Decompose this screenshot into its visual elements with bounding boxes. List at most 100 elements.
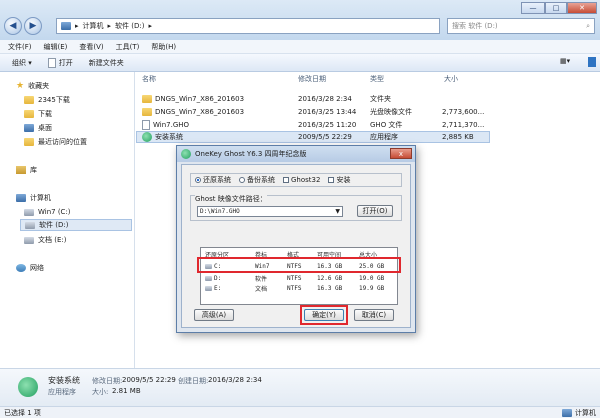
partition-row-d[interactable]: D: 软件 NTFS 12.6 GB 19.0 GB xyxy=(201,274,397,283)
sidebar-item-2345-download[interactable]: 2345下载 xyxy=(24,94,70,106)
details-size: 2.81 MB xyxy=(112,387,141,395)
cancel-button[interactable]: 取消(C) xyxy=(354,309,394,321)
open-icon xyxy=(47,57,56,68)
file-row[interactable]: DNGS_Win7_X86_201603 2016/3/25 13:44 光盘映… xyxy=(136,106,490,118)
new-folder-button[interactable]: 新建文件夹 xyxy=(89,58,124,68)
checkbox-icon xyxy=(328,177,335,183)
address-bar[interactable]: ▸ 计算机 ▸ 软件 (D:) ▸ xyxy=(56,18,440,34)
menu-edit[interactable]: 编辑(E) xyxy=(44,42,68,52)
backup-radio[interactable]: 备份系统 xyxy=(239,175,275,185)
status-selected: 已选择 1 项 xyxy=(4,408,41,417)
dialog-close-button[interactable]: x xyxy=(390,148,412,159)
status-location: 计算机 xyxy=(575,408,596,417)
radio-icon xyxy=(239,177,245,183)
open-image-button[interactable]: 打开(O) xyxy=(357,205,393,217)
file-icon xyxy=(142,120,150,130)
computer-icon xyxy=(16,194,26,202)
drive-icon xyxy=(205,276,212,281)
menu-view[interactable]: 查看(V) xyxy=(79,42,103,52)
drive-icon xyxy=(24,208,34,216)
computer-icon xyxy=(562,408,572,417)
path-group: Ghost 映像文件路径： D:\Win7.GHO ▼ 打开(O) xyxy=(190,194,402,221)
minimize-button[interactable]: — xyxy=(521,2,545,14)
mode-group: 还原系统 备份系统 Ghost32 安装 xyxy=(190,173,402,187)
sidebar-network[interactable]: 网络 xyxy=(16,262,44,274)
sidebar-item-desktop[interactable]: 桌面 xyxy=(24,122,52,134)
forward-button[interactable]: ▶ xyxy=(24,17,42,35)
details-modified: 2009/5/5 22:29 xyxy=(122,376,176,384)
maximize-button[interactable]: □ xyxy=(545,2,567,14)
breadcrumb-computer[interactable]: 计算机 xyxy=(83,21,104,31)
computer-icon xyxy=(61,22,71,30)
column-size[interactable]: 大小 xyxy=(444,74,458,84)
install-checkbox[interactable]: 安装 xyxy=(328,175,350,185)
navigation-pane: ★ 收藏夹 2345下载 下载 桌面 最近访问的位置 库 计算机 Win7 (C:… xyxy=(0,72,135,368)
menu-bar: 文件(F) 编辑(E) 查看(V) 工具(T) 帮助(H) xyxy=(0,40,600,54)
search-box[interactable]: 搜索 软件 (D:) ⌕ xyxy=(447,18,595,34)
view-options-icon[interactable]: ▦▾ xyxy=(560,57,570,65)
restore-radio[interactable]: 还原系统 xyxy=(195,175,231,185)
column-name[interactable]: 名称 xyxy=(142,74,156,84)
star-icon: ★ xyxy=(16,81,25,91)
file-row[interactable]: Win7.GHO 2016/3/25 11:20 GHO 文件 2,711,37… xyxy=(136,119,490,131)
chevron-down-icon: ▼ xyxy=(335,208,340,215)
drive-icon xyxy=(25,221,35,229)
sidebar-favorites[interactable]: ★ 收藏夹 xyxy=(16,80,49,92)
command-bar: 组织 ▾ 打开 新建文件夹 xyxy=(0,54,600,72)
breadcrumb-drive-d[interactable]: 软件 (D:) xyxy=(115,21,144,31)
search-icon: ⌕ xyxy=(586,21,590,30)
sidebar-drive-c[interactable]: Win7 (C:) xyxy=(24,206,71,218)
drive-icon xyxy=(205,286,212,291)
open-button[interactable]: 打开 xyxy=(47,57,73,68)
arrow-right-icon: ▶ xyxy=(29,21,37,31)
download-folder-icon xyxy=(24,110,34,118)
details-type: 应用程序 xyxy=(48,388,76,396)
column-headers: 名称 修改日期 类型 大小 xyxy=(136,72,600,86)
file-row[interactable]: DNGS_Win7_X86_201603 2016/3/28 2:34 文件夹 xyxy=(136,93,490,105)
ghost32-checkbox[interactable]: Ghost32 xyxy=(283,176,320,184)
column-modified[interactable]: 修改日期 xyxy=(298,74,326,84)
network-icon xyxy=(16,264,26,272)
sidebar-library[interactable]: 库 xyxy=(16,164,37,176)
dialog-body: 还原系统 备份系统 Ghost32 安装 Ghost 映像文件路径： D:\Wi… xyxy=(181,164,411,328)
highlight-partition-c xyxy=(197,257,401,273)
library-icon xyxy=(16,166,26,174)
back-button[interactable]: ◀ xyxy=(4,17,22,35)
sidebar-drive-e[interactable]: 文档 (E:) xyxy=(24,234,66,246)
drive-icon xyxy=(24,236,34,244)
close-button[interactable]: ✕ xyxy=(567,2,597,14)
menu-file[interactable]: 文件(F) xyxy=(8,42,32,52)
column-type[interactable]: 类型 xyxy=(370,74,384,84)
partition-table: 还原分区 卷标 格式 可用空间 总大小 C: Win7 NTFS 16.3 GB… xyxy=(200,247,398,305)
sidebar-computer[interactable]: 计算机 xyxy=(16,192,51,204)
folder-icon xyxy=(24,96,34,104)
sidebar-item-recent[interactable]: 最近访问的位置 xyxy=(24,136,87,148)
organize-button[interactable]: 组织 ▾ xyxy=(12,58,32,68)
path-label: Ghost 映像文件路径： xyxy=(195,194,267,204)
details-pane: 安装系统 修改日期: 2009/5/5 22:29 创建日期: 2016/3/2… xyxy=(0,368,600,406)
search-input[interactable]: 搜索 软件 (D:) xyxy=(452,21,498,31)
dialog-title-bar: OneKey Ghost Y6.3 四周年纪念版 xyxy=(177,146,415,162)
details-name: 安装系统 xyxy=(48,376,80,385)
file-row-selected[interactable]: 安装系统 2009/5/5 22:29 应用程序 2,885 KB xyxy=(136,131,490,143)
ghost-app-icon xyxy=(181,149,191,159)
sidebar-item-downloads[interactable]: 下载 xyxy=(24,108,52,120)
menu-tools[interactable]: 工具(T) xyxy=(116,42,140,52)
image-path-value: D:\Win7.GHO xyxy=(200,208,240,215)
details-created: 2016/3/28 2:34 xyxy=(208,376,262,384)
highlight-ok-button xyxy=(300,305,348,325)
disc-image-icon xyxy=(142,108,152,116)
ghost-app-icon xyxy=(18,377,38,397)
image-path-combobox[interactable]: D:\Win7.GHO ▼ xyxy=(197,206,343,217)
status-bar: 已选择 1 项 计算机 xyxy=(0,406,600,418)
advanced-button[interactable]: 高级(A) xyxy=(194,309,234,321)
sidebar-drive-d[interactable]: 软件 (D:) xyxy=(20,219,132,231)
dialog-title: OneKey Ghost Y6.3 四周年纪念版 xyxy=(195,150,307,158)
preview-pane-icon[interactable] xyxy=(588,57,596,67)
checkbox-icon xyxy=(283,177,289,183)
menu-help[interactable]: 帮助(H) xyxy=(151,42,176,52)
recent-places-icon xyxy=(24,138,34,146)
partition-row-e[interactable]: E: 文档 NTFS 16.3 GB 19.9 GB xyxy=(201,284,397,293)
onekey-ghost-dialog: OneKey Ghost Y6.3 四周年纪念版 x 还原系统 备份系统 Gho… xyxy=(176,145,416,333)
ghost-app-icon xyxy=(142,132,152,142)
